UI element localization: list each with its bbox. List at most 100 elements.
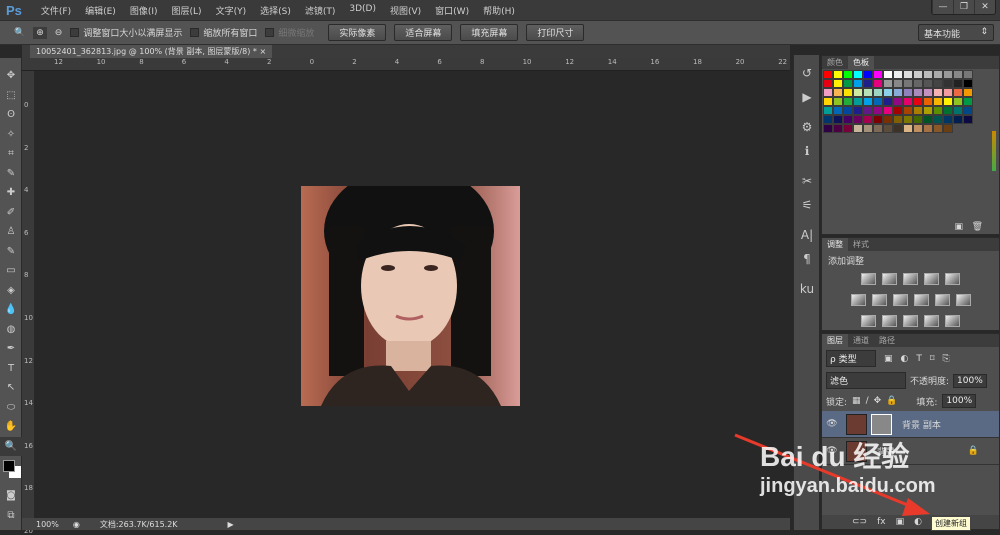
color-swatch[interactable] (913, 97, 923, 106)
print-size-button[interactable]: 打印尺寸 (526, 24, 585, 41)
dock-icon[interactable]: ▶ (794, 85, 820, 109)
menu-item[interactable]: 图层(L) (165, 4, 209, 17)
color-swatch[interactable] (833, 70, 843, 79)
color-swatch[interactable] (923, 97, 933, 106)
color-swatch[interactable] (913, 79, 923, 88)
color-swatch[interactable] (913, 88, 923, 97)
color-swatch[interactable] (933, 106, 943, 115)
menu-item[interactable]: 图像(I) (123, 4, 165, 17)
color-swatch[interactable] (863, 115, 873, 124)
tool-icon[interactable]: ⬭ (0, 398, 22, 418)
color-swatch[interactable] (963, 106, 973, 115)
adjustment-icon[interactable] (934, 294, 950, 306)
tool-icon[interactable]: ◍ (0, 320, 22, 340)
color-swatch[interactable] (863, 70, 873, 79)
adjustment-icon[interactable] (892, 294, 908, 306)
color-swatch[interactable] (903, 115, 913, 124)
dock-icon[interactable]: ↺ (794, 61, 820, 85)
color-swatch[interactable] (933, 88, 943, 97)
color-swatch[interactable] (913, 70, 923, 79)
color-swatch[interactable] (933, 79, 943, 88)
dock-icon[interactable]: ¶ (794, 247, 820, 271)
color-swatch[interactable] (943, 124, 953, 133)
color-swatch[interactable] (823, 106, 833, 115)
adjustment-icon[interactable] (913, 294, 929, 306)
color-swatch[interactable] (883, 79, 893, 88)
color-swatch[interactable] (963, 97, 973, 106)
menu-item[interactable]: 编辑(E) (78, 4, 123, 17)
tool-icon[interactable]: ⬚ (0, 86, 22, 106)
canvas-image[interactable] (301, 186, 520, 406)
color-swatch[interactable] (863, 88, 873, 97)
color-swatch[interactable] (823, 88, 833, 97)
color-swatch[interactable] (913, 115, 923, 124)
menu-item[interactable]: 文件(F) (34, 4, 78, 17)
menu-item[interactable]: 帮助(H) (476, 4, 522, 17)
color-swatch[interactable] (843, 70, 853, 79)
tool-icon[interactable]: ↖ (0, 378, 22, 398)
color-swatch[interactable] (833, 124, 843, 133)
color-swatch[interactable] (893, 79, 903, 88)
dock-icon[interactable]: ⚟ (794, 193, 820, 217)
menu-item[interactable]: 选择(S) (253, 4, 298, 17)
scrollbar[interactable] (992, 131, 996, 171)
filter-shape-icon[interactable]: ⌑ (930, 354, 935, 364)
color-swatch[interactable] (863, 97, 873, 106)
adjustment-icon[interactable] (903, 315, 918, 327)
color-swatch[interactable] (843, 79, 853, 88)
color-swatch[interactable] (873, 106, 883, 115)
color-swatch[interactable] (873, 88, 883, 97)
color-swatch[interactable] (923, 70, 933, 79)
color-swatch[interactable] (833, 88, 843, 97)
quick-mask-icon[interactable]: ◙ (0, 486, 22, 506)
color-swatch[interactable] (883, 124, 893, 133)
color-swatch[interactable] (823, 124, 833, 133)
color-swatch[interactable] (933, 115, 943, 124)
color-swatch[interactable] (953, 115, 963, 124)
color-swatch[interactable] (933, 124, 943, 133)
tab-swatches[interactable]: 色板 (848, 56, 874, 69)
fit-screen-button[interactable]: 适合屏幕 (394, 24, 453, 41)
adjustment-icon[interactable] (850, 294, 866, 306)
color-swatch[interactable] (823, 70, 833, 79)
color-swatch[interactable] (923, 106, 933, 115)
color-swatch[interactable] (943, 79, 953, 88)
color-swatch[interactable] (893, 115, 903, 124)
tab-paths[interactable]: 路径 (874, 334, 900, 347)
color-swatch[interactable] (853, 97, 863, 106)
color-swatch[interactable] (823, 79, 833, 88)
resize-windows-checkbox[interactable] (70, 28, 80, 37)
color-swatch[interactable] (853, 106, 863, 115)
color-swatch[interactable] (853, 70, 863, 79)
tab-color[interactable]: 颜色 (822, 56, 848, 69)
color-swatch[interactable] (823, 115, 833, 124)
dock-icon[interactable]: ku (794, 277, 820, 301)
tab-adjustments[interactable]: 调整 (822, 238, 848, 251)
color-swatch[interactable] (843, 88, 853, 97)
tool-icon[interactable]: ✧ (0, 125, 22, 145)
menu-item[interactable]: 滤镜(T) (298, 4, 343, 17)
color-swatch[interactable] (953, 97, 963, 106)
filter-adjust-icon[interactable]: ◐ (901, 354, 909, 364)
color-swatch[interactable] (873, 97, 883, 106)
scrubby-zoom-checkbox[interactable] (265, 28, 275, 37)
color-swatch[interactable] (853, 115, 863, 124)
adjustment-icon[interactable] (924, 273, 939, 285)
adjustment-icon[interactable] (861, 273, 876, 285)
color-swatch[interactable] (963, 115, 973, 124)
color-swatch[interactable] (843, 106, 853, 115)
color-swatch[interactable] (833, 106, 843, 115)
adjustment-icon[interactable] (882, 315, 897, 327)
color-swatch[interactable] (953, 88, 963, 97)
tool-icon[interactable]: ✥ (0, 66, 22, 86)
dock-icon[interactable]: ⚙ (794, 115, 820, 139)
color-swatch[interactable] (933, 70, 943, 79)
color-swatch[interactable] (953, 70, 963, 79)
color-swatch[interactable] (913, 124, 923, 133)
zoom-tool-icon[interactable]: 🔍 (14, 28, 25, 38)
layer-filter-select[interactable]: ρ 类型 (826, 350, 876, 367)
color-swatch[interactable] (883, 88, 893, 97)
adjustment-icon[interactable] (924, 315, 939, 327)
dock-icon[interactable]: ℹ (794, 139, 820, 163)
trash-icon[interactable]: 🗑 (972, 222, 983, 232)
